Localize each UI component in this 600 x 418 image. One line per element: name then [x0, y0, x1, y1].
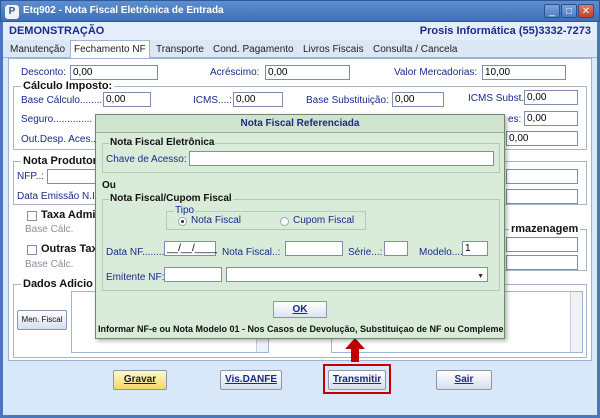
company-bar: DEMONSTRAÇÃO Prosis Informática (55)3332… [3, 22, 597, 40]
chave-acesso-field[interactable] [189, 151, 494, 166]
nfp-field[interactable] [47, 169, 97, 184]
serie-label: Série...: [348, 247, 383, 258]
icms-field[interactable]: 0,00 [233, 92, 283, 107]
taxa-admin-title: Taxa Admi [41, 209, 96, 221]
serie-field[interactable] [384, 241, 408, 256]
radio-nota-fiscal[interactable] [178, 217, 187, 226]
modelo-label: Modelo.... [419, 247, 463, 258]
icms-subst-label: ICMS Subst.: [468, 93, 527, 104]
window-title: Etq902 - Nota Fiscal Eletrônica de Entra… [23, 5, 224, 16]
ok-button[interactable]: OK [273, 301, 327, 318]
red-arrow-icon [345, 338, 365, 362]
data-emissao-label: Data Emissão N.I [17, 191, 95, 202]
cupom-group-title: Nota Fiscal/Cupom Fiscal [109, 193, 233, 204]
close-button[interactable]: ✕ [578, 4, 594, 18]
tab-manutencao[interactable]: Manutenção [7, 42, 68, 58]
minimize-button[interactable]: _ [544, 4, 560, 18]
nota-referenciada-dialog: Nota Fiscal Referenciada Nota Fiscal Ele… [95, 114, 505, 339]
valor-mercadorias-field[interactable]: 10,00 [482, 65, 566, 80]
taxa-admin-checkbox[interactable] [27, 211, 37, 221]
ou-label: Ou [101, 180, 117, 191]
outras-taxas-base-label: Base Cálc. [25, 259, 74, 270]
gravar-button[interactable]: Gravar [113, 370, 167, 390]
taxa-base-label: Base Cálc. [25, 224, 74, 235]
data-nf-field[interactable]: __/__/____ [164, 241, 217, 256]
maximize-button[interactable]: □ [561, 4, 577, 18]
radio-nota-fiscal-label: Nota Fiscal [191, 215, 242, 226]
emitente-select[interactable]: ▼ [226, 267, 488, 282]
vendor-contact: Prosis Informática (55)3332-7273 [419, 25, 591, 37]
chevron-down-icon: ▼ [477, 273, 484, 280]
acrescimo-field[interactable]: 0,00 [265, 65, 350, 80]
company-name: DEMONSTRAÇÃO [9, 25, 105, 37]
base-substituicao-field[interactable]: 0,00 [392, 92, 444, 107]
outras-field[interactable]: 0,00 [524, 111, 578, 126]
outras-label: es: [508, 114, 522, 125]
outras-taxas-checkbox[interactable] [27, 245, 37, 255]
icms-label: ICMS....: [193, 95, 232, 106]
calculo-imposto-title: Cálculo Imposto: [21, 80, 115, 92]
dialog-info-text: Informar NF-e ou Nota Modelo 01 - Nos Ca… [98, 324, 504, 334]
app-icon: P [5, 5, 19, 19]
data-nf-label: Data NF.......... [106, 247, 170, 258]
out-desp-field[interactable]: 0,00 [506, 131, 578, 146]
desconto-field[interactable]: 0,00 [70, 65, 158, 80]
nota-produtor-title: Nota Produtor [21, 155, 99, 167]
base-calculo-label: Base Cálculo.........: [21, 95, 108, 106]
out-desp-label: Out.Desp. Aces... [21, 134, 99, 145]
tab-livros-fiscais[interactable]: Livros Fiscais [300, 42, 367, 58]
produtor-right-field-2[interactable] [506, 189, 578, 204]
valor-mercadorias-label: Valor Mercadorias: [394, 67, 478, 78]
nfe-group-title: Nota Fiscal Eletrônica [109, 137, 216, 148]
dialog-title: Nota Fiscal Referenciada [96, 115, 504, 133]
icms-subst-field[interactable]: 0,00 [524, 90, 578, 105]
memo-right-scrollbar[interactable] [570, 292, 582, 352]
radio-cupom-fiscal-label: Cupom Fiscal [293, 215, 355, 226]
emitente-label: Emitente NF: [106, 272, 165, 283]
desconto-label: Desconto: [21, 67, 67, 78]
tab-consulta-cancela[interactable]: Consulta / Cancela [370, 42, 461, 58]
tab-bar: Manutenção Fechamento NF Transporte Cond… [3, 40, 597, 59]
base-calculo-field[interactable]: 0,00 [103, 92, 151, 107]
outras-taxas-title: Outras Tax [41, 243, 98, 255]
sair-button[interactable]: Sair [436, 370, 492, 390]
tab-fechamento-nf[interactable]: Fechamento NF [70, 40, 150, 59]
armazenagem-field-2[interactable] [506, 255, 578, 270]
base-substituicao-label: Base Substituição: [306, 95, 389, 106]
armazenagem-title: rmazenagem [509, 223, 581, 235]
tab-cond-pagamento[interactable]: Cond. Pagamento [210, 42, 297, 58]
radio-cupom-fiscal[interactable] [280, 217, 289, 226]
modelo-field[interactable]: 1 [462, 241, 488, 256]
emitente-code-field[interactable] [164, 267, 222, 282]
seguro-label: Seguro.............. [21, 114, 93, 125]
nota-fiscal-field[interactable] [285, 241, 343, 256]
armazenagem-field-1[interactable] [506, 237, 578, 252]
men-fiscal-button[interactable]: Men. Fiscal [17, 310, 67, 330]
transmitir-button[interactable]: Transmitir [328, 370, 386, 390]
nfp-label: NFP..: [17, 171, 45, 182]
dados-adicionais-title: Dados Adicio [21, 278, 95, 290]
chave-acesso-label: Chave de Acesso: [106, 154, 187, 165]
tab-transporte[interactable]: Transporte [153, 42, 207, 58]
title-bar: P Etq902 - Nota Fiscal Eletrônica de Ent… [0, 0, 600, 22]
acrescimo-label: Acréscimo: [210, 67, 260, 78]
nota-fiscal-label: Nota Fiscal..: [222, 247, 281, 258]
vis-danfe-button[interactable]: Vis.DANFE [220, 370, 282, 390]
produtor-right-field-1[interactable] [506, 169, 578, 184]
